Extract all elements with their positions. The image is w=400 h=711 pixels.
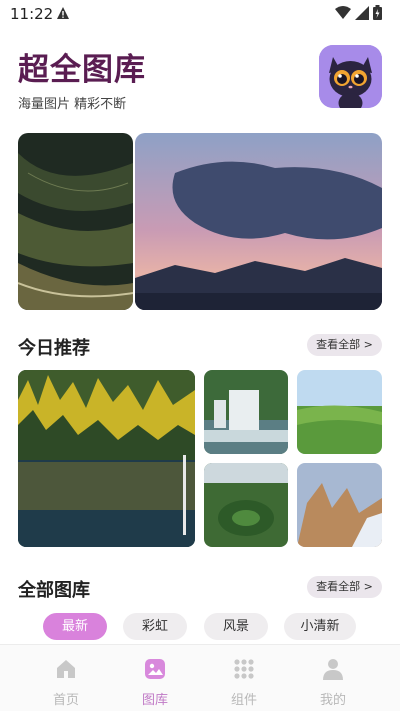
nav-item-components[interactable]: 组件 (214, 645, 274, 711)
section-title-prefix: 全部 (18, 580, 54, 601)
banner-image-hills[interactable] (18, 133, 133, 310)
wifi-icon (335, 5, 351, 19)
landscape-image (135, 133, 382, 310)
nav-label: 组件 (230, 693, 257, 708)
tab-fresh[interactable]: 小清新 (284, 613, 356, 640)
image-grassland[interactable] (297, 370, 382, 454)
nav-item-gallery[interactable]: 图库 (125, 645, 185, 711)
section-title-highlight: 推荐 (52, 334, 94, 360)
waterfall-image (204, 370, 288, 454)
view-all-today-button[interactable]: 查看全部 > (307, 334, 382, 356)
landscape-image (18, 133, 133, 310)
signal-icon (355, 5, 369, 20)
page-title: 超全图库 (18, 52, 146, 88)
section-title-prefix: 今日 (18, 338, 54, 359)
image-mountains[interactable] (297, 463, 382, 547)
nav-label: 图库 (141, 693, 168, 708)
battery-icon (373, 5, 382, 20)
valley-image (204, 463, 288, 547)
person-icon (323, 659, 343, 680)
warning-icon (57, 7, 69, 19)
bottom-nav: 首页 图库 组件 我的 (0, 644, 400, 711)
page-subtitle: 海量图片 精彩不断 (18, 97, 127, 112)
section-title-highlight: 图库 (52, 576, 94, 602)
avatar[interactable] (319, 45, 382, 108)
gallery-icon (145, 659, 165, 679)
cat-icon (319, 45, 382, 108)
lake-image (18, 370, 195, 547)
tab-scenery[interactable]: 风景 (204, 613, 268, 640)
section-title-today: 今日推荐 (18, 334, 94, 360)
image-green-valley[interactable] (204, 463, 288, 547)
mountain-image (297, 463, 382, 547)
status-icons (335, 5, 382, 20)
status-time: 11:22 (10, 5, 54, 23)
image-waterfall[interactable] (204, 370, 288, 454)
home-icon (57, 660, 75, 678)
banner-image-sunset[interactable] (135, 133, 382, 310)
status-bar: 11:22 (0, 0, 400, 28)
nav-label: 首页 (52, 693, 79, 708)
tab-rainbow[interactable]: 彩虹 (123, 613, 187, 640)
nav-item-home[interactable]: 首页 (36, 645, 96, 711)
section-title-all: 全部图库 (18, 576, 94, 602)
nav-item-mine[interactable]: 我的 (303, 645, 363, 711)
image-lake-forest[interactable] (18, 370, 195, 547)
grassland-image (297, 370, 382, 454)
grid-icon (234, 659, 254, 679)
tab-latest[interactable]: 最新 (43, 613, 107, 640)
nav-label: 我的 (319, 693, 346, 708)
view-all-gallery-button[interactable]: 查看全部 > (307, 576, 382, 598)
